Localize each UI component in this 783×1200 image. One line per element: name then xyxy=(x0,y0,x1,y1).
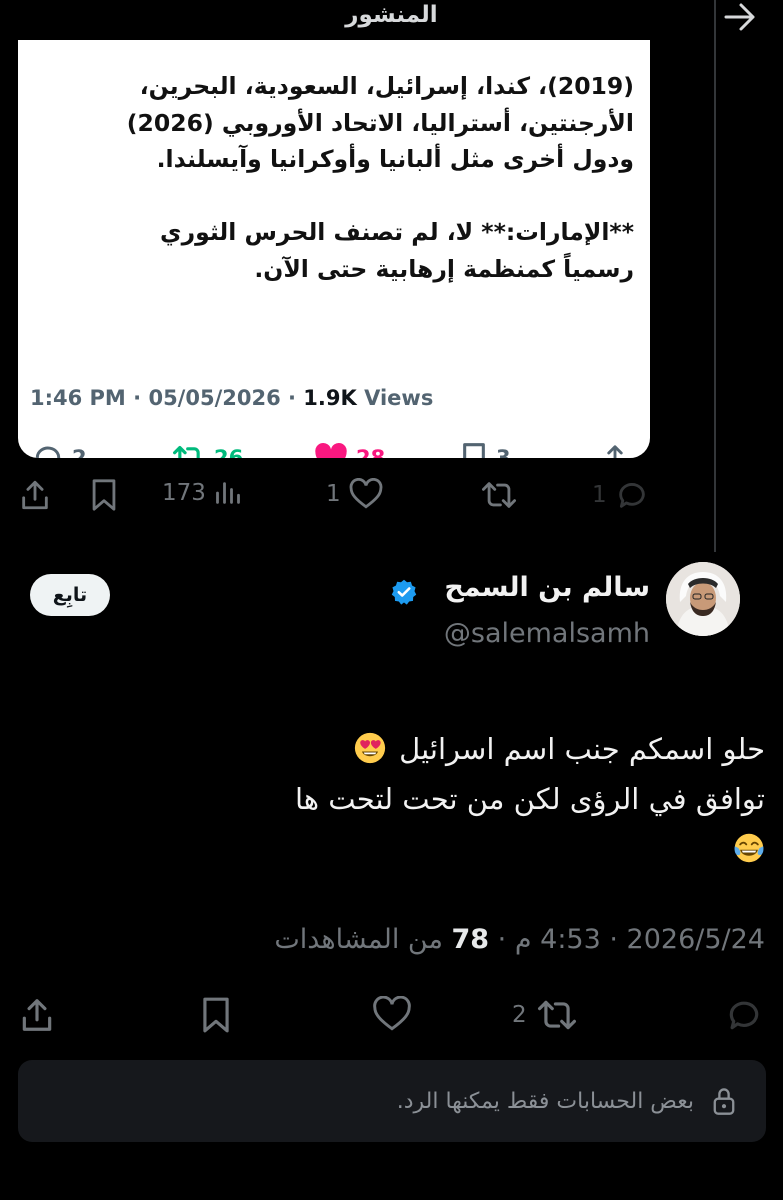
quoted-tweet-views-label: Views xyxy=(356,386,434,410)
post-line-3 xyxy=(65,824,765,874)
quoted-tweet-meta: 1:46 PM · 05/05/2026 · 1.9K Views xyxy=(30,386,433,410)
share-icon xyxy=(607,445,623,458)
parent-share-button[interactable] xyxy=(18,478,52,512)
post-like-button[interactable] xyxy=(372,996,412,1032)
stamp-separator: · xyxy=(489,924,515,955)
lock-icon xyxy=(713,1088,735,1115)
back-button[interactable] xyxy=(723,2,757,32)
parent-like-button[interactable]: 1 xyxy=(326,478,383,510)
quoted-like-count: 28 xyxy=(356,446,386,458)
heart-icon xyxy=(349,478,383,509)
reply-restriction-text: بعض الحسابات فقط يمكنها الرد. xyxy=(396,1088,694,1114)
parent-reply-button[interactable]: 1 xyxy=(592,478,649,512)
parent-views-count: 173 xyxy=(162,480,206,506)
reply-icon xyxy=(35,446,61,458)
analytics-icon xyxy=(216,482,240,504)
share-icon xyxy=(22,480,48,510)
quoted-repost-count: 26 xyxy=(214,446,244,458)
post-timestamp: 2026/5/24 · 4:53 م · 78 من المشاهدات xyxy=(274,924,765,955)
quoted-tweet-image[interactable]: (2019)، كندا، إسرائيل، السعودية، البحرين… xyxy=(18,40,650,458)
bookmark-icon xyxy=(92,479,116,511)
follow-button[interactable]: تابِع xyxy=(30,574,110,616)
quoted-bookmark-button[interactable]: 3 xyxy=(460,438,511,458)
reply-restriction-bar: بعض الحسابات فقط يمكنها الرد. xyxy=(18,1060,766,1142)
quoted-repost-button[interactable]: 26 xyxy=(172,438,243,458)
quoted-tweet-date: 05/05/2026 xyxy=(148,386,281,410)
post-bookmark-button[interactable] xyxy=(198,996,234,1034)
post-text: حلو اسمكم جنب اسم اسرائيل توافق في الرؤى… xyxy=(65,724,765,874)
post-views-count: 78 xyxy=(451,924,490,955)
quoted-reply-count: 2 xyxy=(72,446,87,458)
thread-line xyxy=(714,0,716,552)
repost-icon xyxy=(173,445,200,458)
parent-reply-count: 1 xyxy=(592,482,607,508)
share-icon xyxy=(22,999,52,1031)
post-reply-button[interactable] xyxy=(724,996,764,1034)
post-line-2: توافق في الرؤى لكن من تحت لتحت ها xyxy=(294,782,765,816)
meta-separator: · xyxy=(125,386,149,410)
quoted-tweet-time: 1:46 PM xyxy=(30,386,126,410)
quoted-reply-button[interactable]: 2 xyxy=(32,438,87,458)
quoted-like-button[interactable]: 28 xyxy=(314,438,385,458)
quoted-share-button[interactable] xyxy=(600,438,630,458)
parent-like-count: 1 xyxy=(326,481,341,507)
parent-repost-button[interactable] xyxy=(480,478,518,512)
post-share-button[interactable] xyxy=(18,996,56,1034)
arrow-right-icon xyxy=(724,3,755,31)
bookmark-icon xyxy=(203,997,229,1033)
parent-bookmark-button[interactable] xyxy=(88,478,120,512)
author-handle[interactable]: @salemalsamh xyxy=(444,618,650,649)
post-views-label: من المشاهدات xyxy=(274,924,452,955)
post-line-1: حلو اسمكم جنب اسم اسرائيل xyxy=(65,724,765,774)
repost-icon xyxy=(537,1000,576,1030)
heart-icon xyxy=(373,996,411,1031)
quoted-tweet-text: (2019)، كندا، إسرائيل، السعودية، البحرين… xyxy=(126,72,634,283)
post-time: 4:53 م xyxy=(514,924,601,955)
author-name[interactable]: سالم بن السمح xyxy=(444,572,650,603)
tears-of-joy-emoji xyxy=(734,833,764,863)
post-repost-button[interactable]: 2 xyxy=(512,996,579,1034)
quoted-bookmark-count: 3 xyxy=(496,446,511,458)
meta-separator: · xyxy=(280,386,304,410)
repost-icon xyxy=(481,482,516,508)
quoted-tweet-actions: 2 26 28 3 xyxy=(18,438,650,458)
stamp-separator: · xyxy=(600,924,627,955)
post-date: 2026/5/24 xyxy=(626,924,765,955)
reply-icon xyxy=(618,483,645,508)
post-line-1-text: حلو اسمكم جنب اسم اسرائيل xyxy=(399,732,765,766)
quoted-tweet-views: 1.9K xyxy=(303,386,357,410)
heart-eyes-emoji xyxy=(354,732,386,764)
parent-views-button[interactable]: 173 xyxy=(162,478,242,508)
verified-badge-icon xyxy=(390,578,418,606)
avatar[interactable] xyxy=(666,562,740,636)
reply-icon xyxy=(729,1001,759,1030)
avatar-image xyxy=(666,562,740,636)
heart-filled-icon xyxy=(315,443,347,458)
page-title: المنشور xyxy=(345,2,438,28)
bookmark-icon xyxy=(463,443,485,458)
post-repost-count: 2 xyxy=(512,1002,527,1028)
